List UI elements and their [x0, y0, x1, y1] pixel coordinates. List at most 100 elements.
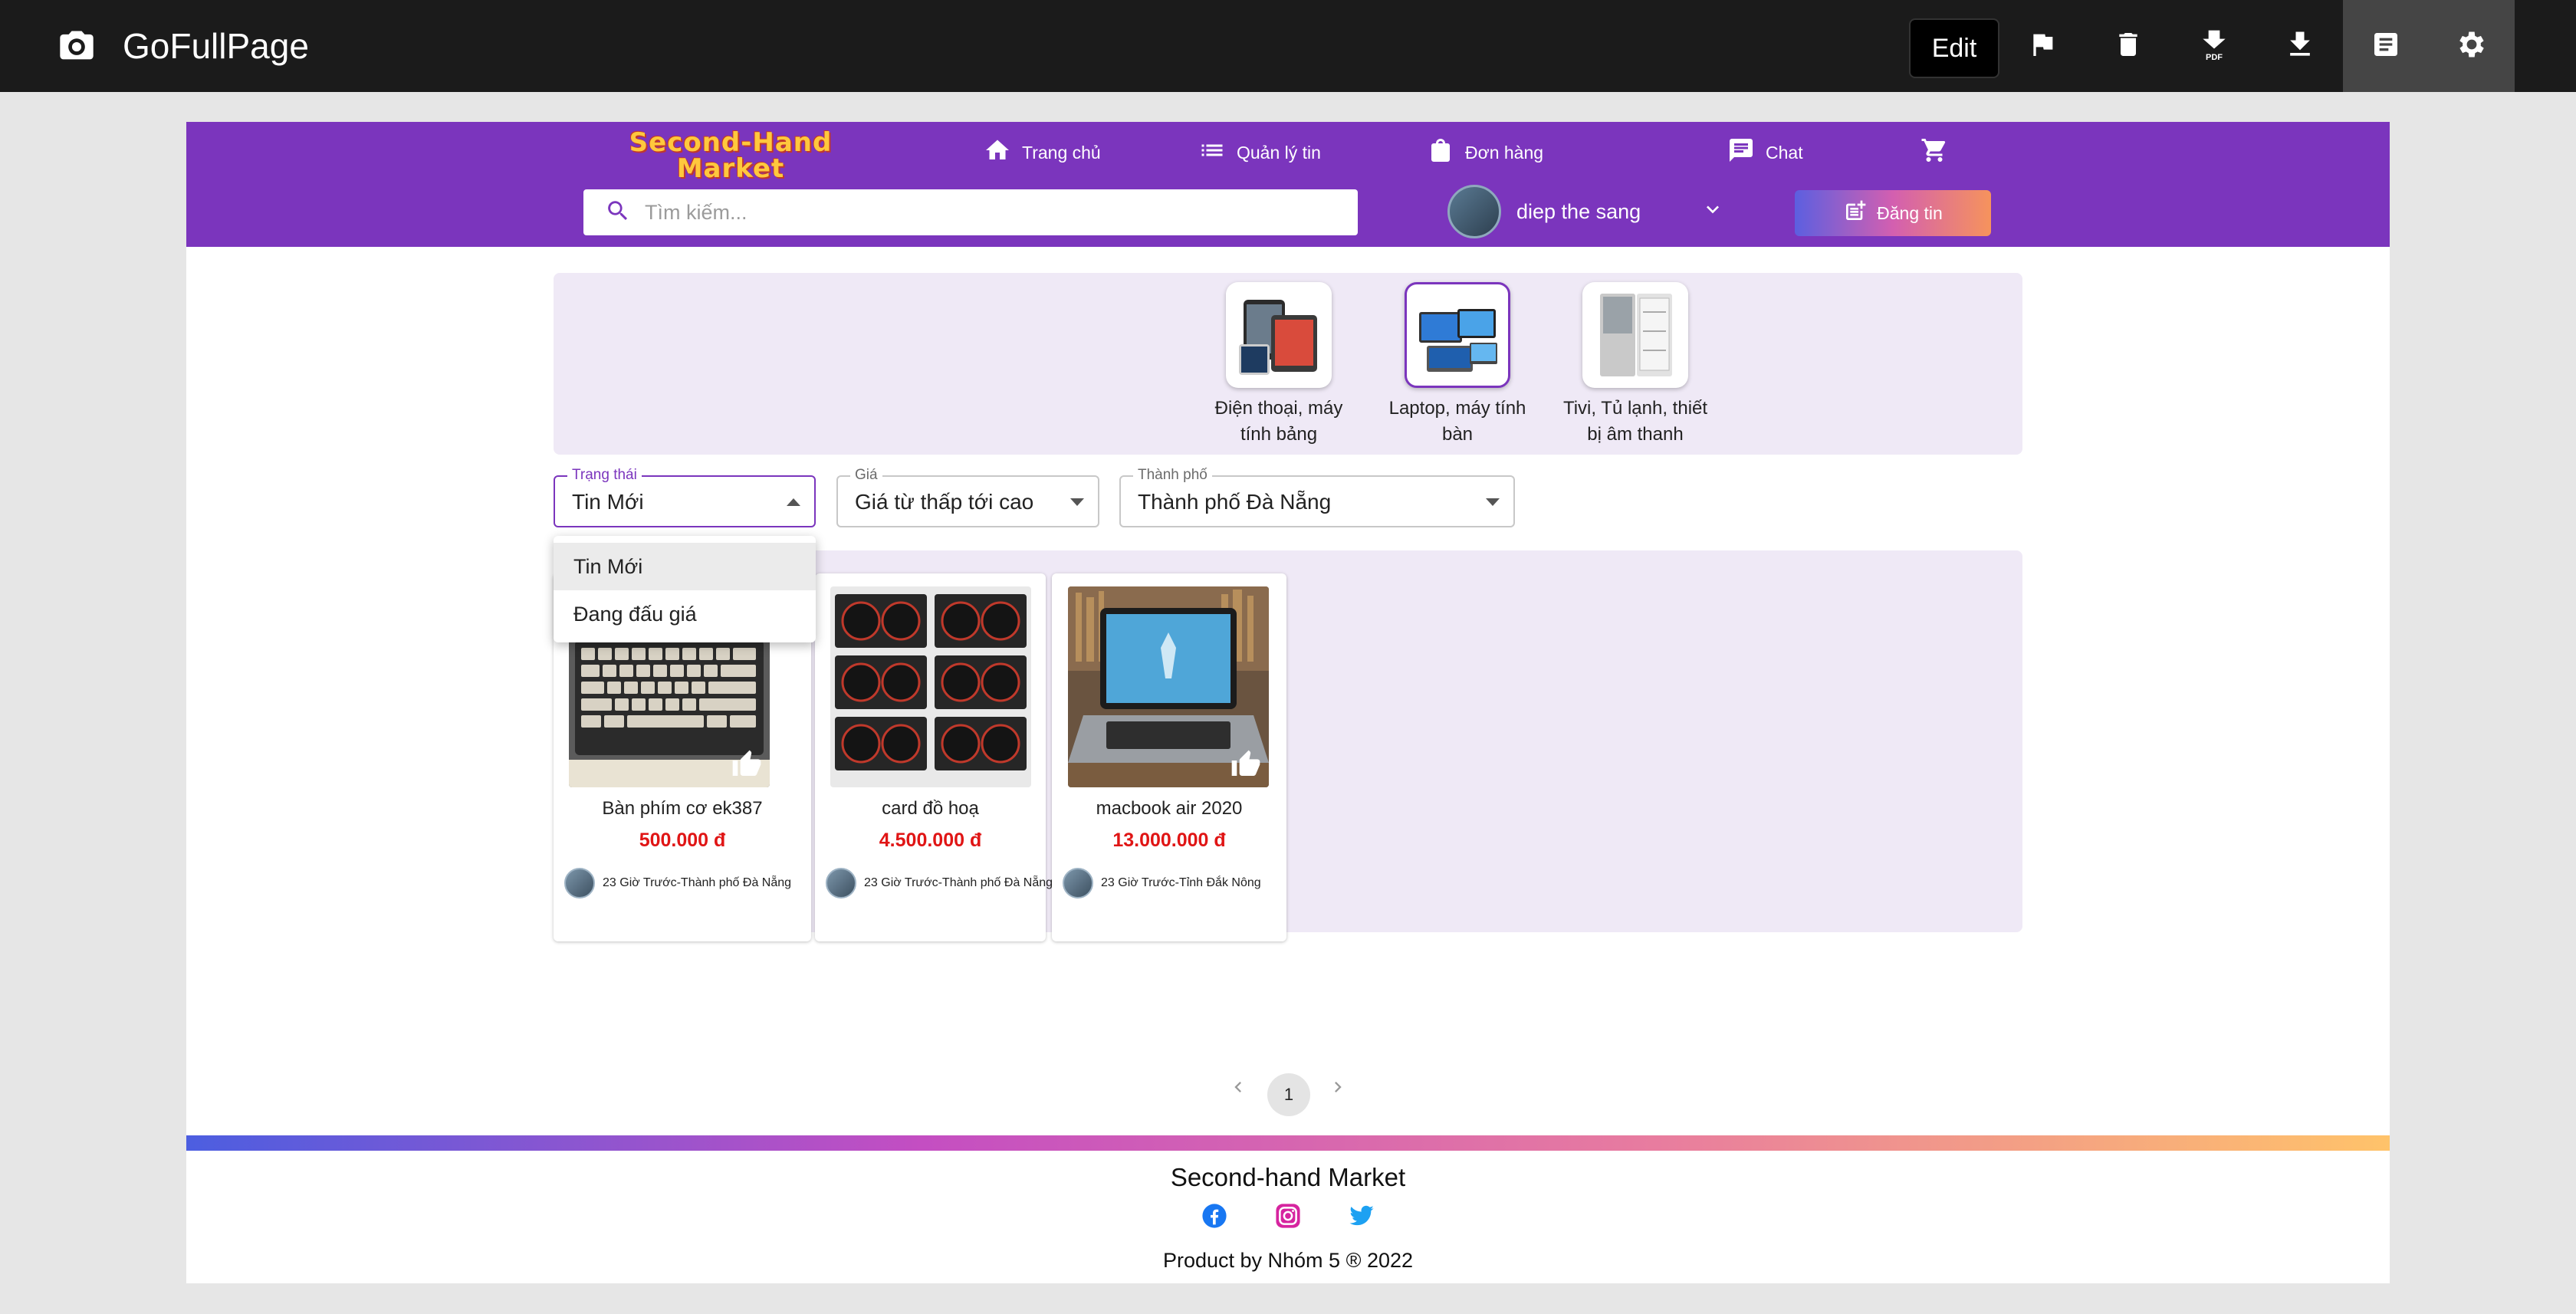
nav-manage-posts-label: Quản lý tin	[1237, 142, 1321, 163]
product-meta-text: 23 Giờ Trước-Thành phố Đà Nẵng	[603, 876, 792, 889]
chevron-left-icon	[1227, 1076, 1249, 1102]
seller-avatar	[564, 868, 595, 898]
status-option-auction[interactable]: Đang đấu giá	[554, 590, 816, 638]
brand-logo[interactable]: Second-Hand Market	[604, 130, 857, 191]
product-price: 13.000.000 đ	[1112, 829, 1226, 851]
delete-button[interactable]	[2085, 0, 2171, 92]
page-number[interactable]: 1	[1267, 1073, 1310, 1116]
city-select-value: Thành phố Đà Nẵng	[1138, 490, 1332, 514]
site-header: Second-Hand Market Trang chủ Quản lý tin…	[186, 122, 2390, 247]
product-meta: 23 Giờ Trước-Thành phố Đà Nẵng	[826, 868, 1053, 898]
product-card[interactable]: macbook air 2020 13.000.000 đ 23 Giờ Trư…	[1052, 573, 1286, 941]
category-appliances[interactable]: Tivi, Tủ lạnh, thiết bị âm thanh	[1562, 282, 1708, 448]
cart-button[interactable]	[1921, 137, 1948, 168]
price-select[interactable]: Giá Giá từ thấp tới cao	[836, 466, 1099, 527]
status-select[interactable]: Trạng thái Tin Mới	[554, 466, 816, 527]
chevron-right-icon	[1327, 1076, 1349, 1102]
caret-down-icon	[1486, 498, 1500, 506]
nav-manage-posts[interactable]: Quản lý tin	[1198, 137, 1321, 168]
twitter-icon[interactable]	[1349, 1203, 1375, 1229]
city-select[interactable]: Thành phố Thành phố Đà Nẵng	[1119, 466, 1515, 527]
product-name: Bàn phím cơ ek387	[602, 798, 763, 819]
footer-title: Second-hand Market	[1170, 1163, 1406, 1191]
status-dropdown-menu: Tin Mới Đang đấu giá	[554, 536, 816, 642]
product-card[interactable]: card đồ hoạ 4.500.000 đ 23 Giờ Trước-Thà…	[815, 573, 1053, 941]
category-laptops[interactable]: Laptop, máy tính bàn	[1385, 282, 1530, 448]
trash-icon	[2113, 29, 2144, 64]
download-icon	[2283, 28, 2317, 65]
nav-home[interactable]: Trang chủ	[984, 137, 1101, 168]
category-phones[interactable]: Điện thoại, máy tính bảng	[1206, 282, 1352, 448]
flag-button[interactable]	[1999, 0, 2085, 92]
document-button[interactable]	[2343, 0, 2429, 92]
chat-icon	[1727, 136, 1755, 169]
post-button[interactable]: Đăng tin	[1795, 190, 1991, 236]
captured-page: Second-Hand Market Trang chủ Quản lý tin…	[186, 122, 2390, 1283]
chevron-down-icon	[1700, 197, 1725, 227]
nav-orders-label: Đơn hàng	[1465, 142, 1544, 163]
price-select-label: Giá	[850, 466, 882, 485]
product-meta: 23 Giờ Trước-Tỉnh Đắk Nông	[1063, 868, 1261, 898]
instagram-icon[interactable]	[1275, 1203, 1301, 1229]
post-button-label: Đăng tin	[1877, 202, 1943, 223]
caret-up-icon	[787, 498, 800, 506]
caret-down-icon	[1070, 498, 1084, 506]
like-icon[interactable]	[731, 749, 762, 780]
status-option-new[interactable]: Tin Mới	[554, 543, 816, 590]
facebook-icon[interactable]	[1201, 1203, 1227, 1229]
nav-chat-label: Chat	[1766, 142, 1803, 163]
product-image	[830, 586, 1031, 787]
user-name: diep the sang	[1516, 199, 1641, 223]
gear-icon	[2455, 28, 2489, 65]
extension-toolbar: GoFullPage Edit PDF	[0, 0, 2576, 92]
product-price: 500.000 đ	[639, 829, 726, 851]
svg-text:PDF: PDF	[2206, 53, 2223, 61]
document-icon	[2371, 29, 2401, 64]
category-panel: Điện thoại, máy tính bảng Laptop, máy tí…	[554, 273, 2022, 455]
avatar	[1447, 185, 1501, 238]
flag-icon	[2027, 29, 2058, 64]
nav-home-label: Trang chủ	[1022, 142, 1101, 163]
category-laptops-image	[1405, 282, 1510, 388]
status-select-label: Trạng thái	[567, 466, 642, 485]
bag-icon	[1427, 136, 1454, 169]
user-menu[interactable]: diep the sang	[1447, 185, 1725, 238]
home-icon	[984, 136, 1011, 169]
product-image	[1068, 586, 1269, 787]
product-price: 4.500.000 đ	[879, 829, 982, 851]
category-phones-label: Điện thoại, máy tính bảng	[1214, 398, 1343, 445]
search-bar[interactable]	[583, 189, 1358, 235]
search-icon	[605, 198, 631, 228]
product-meta-text: 23 Giờ Trước-Tỉnh Đắk Nông	[1101, 876, 1261, 889]
category-appliances-label: Tivi, Tủ lạnh, thiết bị âm thanh	[1562, 398, 1708, 445]
social-links	[186, 1203, 2390, 1229]
pdf-download-button[interactable]: PDF	[2171, 0, 2257, 92]
product-meta: 23 Giờ Trước-Thành phố Đà Nẵng	[564, 868, 791, 898]
product-name: card đồ hoạ	[882, 798, 979, 819]
prev-page-button[interactable]	[1223, 1073, 1254, 1104]
price-select-value: Giá từ thấp tới cao	[855, 490, 1034, 514]
category-laptops-label: Laptop, máy tính bàn	[1388, 398, 1526, 445]
status-select-value: Tin Mới	[572, 490, 644, 514]
post-add-icon	[1843, 199, 1868, 228]
next-page-button[interactable]	[1322, 1073, 1353, 1104]
pdf-download-icon: PDF	[2197, 28, 2231, 65]
footer-divider	[186, 1135, 2390, 1151]
seller-avatar	[826, 868, 856, 898]
nav-chat[interactable]: Chat	[1727, 137, 1803, 168]
edit-button[interactable]: Edit	[1909, 18, 1999, 78]
camera-icon	[57, 26, 97, 66]
footer-credit: Product by Nhóm 5 ® 2022	[1162, 1249, 1414, 1272]
like-icon[interactable]	[1230, 749, 1261, 780]
settings-button[interactable]	[2429, 0, 2515, 92]
extension-title: GoFullPage	[123, 26, 309, 66]
nav-orders[interactable]: Đơn hàng	[1427, 137, 1543, 168]
city-select-label: Thành phố	[1133, 466, 1212, 485]
search-input[interactable]	[645, 200, 1319, 225]
product-name: macbook air 2020	[1096, 798, 1243, 819]
category-phones-image	[1226, 282, 1332, 388]
product-meta-text: 23 Giờ Trước-Thành phố Đà Nẵng	[864, 876, 1053, 889]
seller-avatar	[1063, 868, 1093, 898]
download-button[interactable]	[2257, 0, 2343, 92]
list-icon	[1198, 136, 1226, 169]
